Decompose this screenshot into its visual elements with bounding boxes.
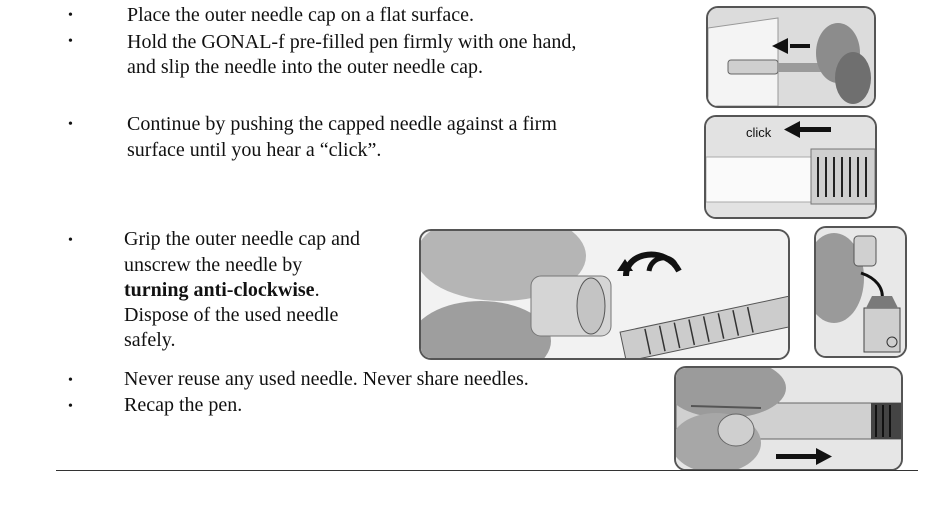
bullet: • [68,117,73,132]
step-hold-pen-line1: Hold the GONAL-f pre-filled pen firmly w… [127,31,577,53]
figure-click: click [704,115,877,219]
step-push-line1: Continue by pushing the capped needle ag… [127,113,557,135]
step-push-line2: surface until you hear a “click”. [127,139,382,161]
step-place-cap: Place the outer needle cap on a flat sur… [127,4,475,26]
bullet: • [68,233,73,248]
bullet: • [68,399,73,414]
step-unscrew-line2: unscrew the needle by [124,254,303,276]
bold-instruction: turning anti-clockwise [124,279,315,301]
bullet: • [68,34,73,49]
figure-insert-needle [706,6,876,108]
section-divider [56,470,918,471]
punctuation: . [314,279,320,301]
step-recap: Recap the pen. [124,394,243,416]
bullet: • [68,8,73,23]
figure-unscrew [419,229,790,360]
step-dispose-line1: Dispose of the used needle [124,304,339,326]
step-hold-pen-line2: and slip the needle into the outer needl… [127,56,483,78]
figure-dispose [814,226,907,358]
figure-recap [674,366,903,471]
step-unscrew-line1: Grip the outer needle cap and [124,228,361,250]
bullet: • [68,373,73,388]
step-dispose-line2: safely. [124,329,176,351]
step-never-reuse: Never reuse any used needle. Never share… [124,368,529,390]
step-unscrew-line3: turning anti-clockwise. [124,278,320,302]
click-label: click [746,125,772,140]
